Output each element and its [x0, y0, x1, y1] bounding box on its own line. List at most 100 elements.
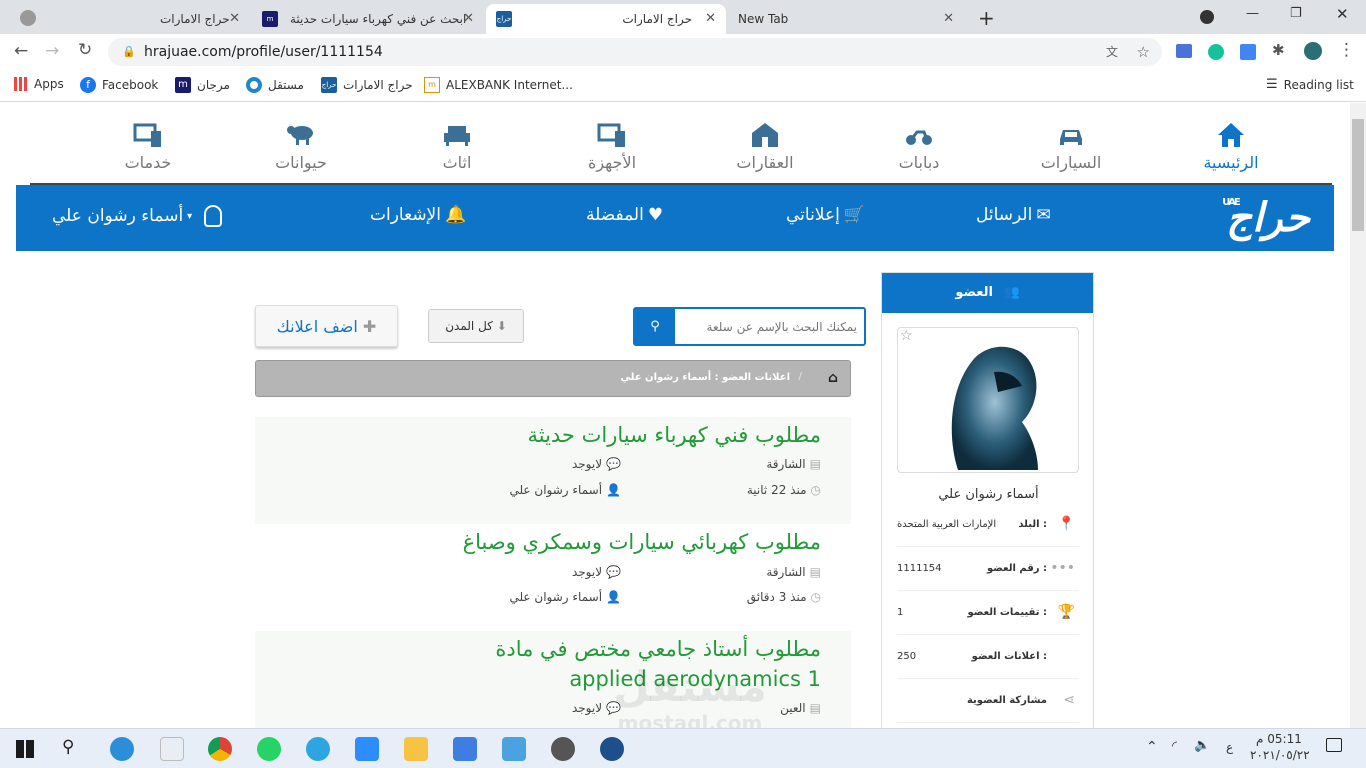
- settings-gear-icon[interactable]: [551, 737, 575, 761]
- envelope-icon: ✉: [1036, 205, 1051, 225]
- dots-icon: •••: [1050, 560, 1075, 576]
- scrollbar-thumb[interactable]: [1352, 119, 1364, 231]
- telegram-icon[interactable]: [306, 737, 330, 761]
- page-scrollbar[interactable]: [1350, 103, 1366, 728]
- mostaql-icon: [246, 77, 262, 93]
- clock-time[interactable]: 05:11 م: [1256, 732, 1302, 746]
- forward-icon[interactable]: →: [45, 41, 59, 61]
- taskbar-app-icon[interactable]: [160, 737, 184, 761]
- add-ad-button[interactable]: اضف اعلانك ✚: [255, 305, 398, 347]
- browser-tab-4[interactable]: New Tab ✕: [728, 4, 964, 34]
- category-devices[interactable]: الأجهزة: [557, 121, 667, 172]
- facebook-icon: f: [80, 77, 96, 93]
- language-indicator[interactable]: ع: [1226, 740, 1233, 754]
- minimize-button[interactable]: —: [1246, 6, 1259, 21]
- bookmark-marjan[interactable]: m مرجان: [175, 77, 230, 93]
- chrome-icon[interactable]: [208, 737, 232, 761]
- category-cars[interactable]: السيارات: [1016, 121, 1126, 172]
- back-icon[interactable]: ←: [14, 41, 28, 61]
- listing-author[interactable]: 👤أسماء رشوان علي: [509, 483, 621, 497]
- translate-icon[interactable]: 文: [1106, 38, 1118, 66]
- tray-chevron-icon[interactable]: ⌃: [1146, 739, 1158, 755]
- close-icon[interactable]: ✕: [463, 11, 474, 26]
- search-icon: ⚲: [650, 319, 660, 334]
- translate-extension-icon[interactable]: [1240, 44, 1256, 60]
- category-animals[interactable]: حيوانات: [246, 121, 356, 172]
- category-furniture[interactable]: اثاث: [402, 121, 512, 172]
- nav-my-ads[interactable]: إعلاناتي 🛒: [786, 205, 865, 225]
- nav-notifications[interactable]: الإشعارات 🔔: [370, 205, 466, 225]
- close-icon[interactable]: ✕: [943, 11, 954, 26]
- wifi-icon[interactable]: ◜: [1172, 739, 1177, 754]
- home-icon[interactable]: ⌂: [828, 370, 838, 386]
- notification-center-icon[interactable]: [1326, 738, 1342, 752]
- address-bar[interactable]: 🔒 hrajuae.com/profile/user/1111154 文 ☆: [108, 38, 1162, 66]
- file-explorer-icon[interactable]: [404, 737, 428, 761]
- extension-icon[interactable]: [1176, 44, 1192, 58]
- media-player-icon[interactable]: [600, 737, 624, 761]
- reading-list-button[interactable]: ☰ Reading list: [1266, 77, 1354, 92]
- url-text: hrajuae.com/profile/user/1111154: [144, 44, 383, 60]
- bookmark-haraj[interactable]: حراج حراج الامارات: [321, 77, 413, 93]
- search-input[interactable]: [677, 309, 863, 344]
- zoom-icon[interactable]: [355, 737, 379, 761]
- profile-icon[interactable]: [20, 10, 36, 26]
- windows-start-icon[interactable]: [16, 740, 34, 758]
- nav-favorites[interactable]: المفضلة ♥: [586, 205, 663, 225]
- bookmark-facebook[interactable]: f Facebook: [80, 77, 158, 93]
- main-navbar: UAE حراج الرسائل ✉ إعلاناتي 🛒 المفضلة ♥ …: [16, 185, 1334, 251]
- listing-author[interactable]: 👤أسماء رشوان علي: [509, 590, 621, 604]
- listing-title[interactable]: مطلوب فني كهرباء سيارات حديثة: [527, 417, 821, 453]
- new-tab-button[interactable]: +: [978, 6, 995, 30]
- grammarly-icon[interactable]: [1208, 44, 1224, 60]
- nav-messages[interactable]: الرسائل ✉: [976, 205, 1051, 225]
- watermark: مستقل mostaql.com: [613, 662, 767, 735]
- listing-item[interactable]: مطلوب كهربائي سيارات وسمكري وصباغ ▤الشار…: [255, 524, 851, 631]
- window-close-button[interactable]: ✕: [1336, 5, 1349, 23]
- profile-avatar-icon[interactable]: [1304, 42, 1322, 60]
- volume-icon[interactable]: 🔈: [1194, 738, 1210, 753]
- listing-time: ◷منذ 22 ثانية: [746, 483, 821, 497]
- member-share-row[interactable]: ⋖ مشاركة العضوية: [897, 679, 1079, 723]
- map-icon: ▤: [809, 701, 821, 715]
- haraj-icon: حراج: [321, 77, 337, 93]
- lock-icon: 🔒: [122, 45, 136, 58]
- search-button[interactable]: ⚲: [635, 309, 675, 344]
- remote-desktop-icon[interactable]: [502, 737, 526, 761]
- close-icon[interactable]: ✕: [229, 11, 240, 26]
- close-icon[interactable]: ✕: [705, 11, 716, 26]
- category-home[interactable]: الرئيسية: [1176, 121, 1286, 172]
- menu-kebab-icon[interactable]: ⋮: [1338, 40, 1355, 60]
- category-motorcycles[interactable]: دبابات: [864, 121, 974, 172]
- nav-user-menu[interactable]: أسماء رشوان علي ▾: [52, 205, 223, 227]
- whatsapp-icon[interactable]: [257, 737, 281, 761]
- category-services[interactable]: خدمات: [93, 121, 203, 172]
- tab-title: New Tab: [738, 12, 789, 26]
- category-real-estate[interactable]: العقارات: [710, 121, 820, 172]
- taskbar-app-icon[interactable]: [110, 737, 134, 761]
- tab-search-icon[interactable]: [1200, 10, 1214, 24]
- bookmark-mostaql[interactable]: مستقل: [246, 77, 304, 93]
- clock-icon: ◷: [810, 590, 821, 604]
- browser-tab-2[interactable]: m ابحث عن فني كهرباء سيارات حديثة ✕: [252, 4, 484, 34]
- home-icon: [1218, 123, 1244, 147]
- listing-title[interactable]: مطلوب كهربائي سيارات وسمكري وصباغ: [463, 524, 821, 560]
- listing-item[interactable]: مطلوب فني كهرباء سيارات حديثة ▤الشارقة 💬…: [255, 417, 851, 524]
- extensions-puzzle-icon[interactable]: ✱: [1272, 41, 1285, 59]
- calendar-icon[interactable]: [453, 737, 477, 761]
- listing-city: ▤الشارقة: [766, 457, 821, 471]
- clock-date[interactable]: ٢٠٢١/٠٥/٢٢: [1250, 748, 1310, 762]
- restore-button[interactable]: ❐: [1290, 6, 1302, 21]
- bookmark-alexbank[interactable]: m ALEXBANK Internet...: [424, 77, 573, 93]
- browser-tab-3[interactable]: حراج حراج الامارات ✕: [486, 4, 726, 34]
- city-filter-button[interactable]: كل المدن ⬇: [428, 309, 524, 343]
- clock-icon: ◷: [810, 483, 821, 497]
- bookmark-star-icon[interactable]: ☆: [1137, 38, 1150, 66]
- browser-tab-1[interactable]: حراج الامارات ✕: [150, 4, 250, 34]
- site-logo[interactable]: UAE حراج: [1222, 195, 1312, 241]
- sheep-icon: [287, 126, 313, 145]
- reload-icon[interactable]: ↻: [78, 40, 92, 60]
- star-icon[interactable]: ☆: [900, 328, 913, 344]
- search-icon[interactable]: ⚲: [62, 737, 74, 757]
- bookmark-apps[interactable]: Apps: [14, 77, 64, 91]
